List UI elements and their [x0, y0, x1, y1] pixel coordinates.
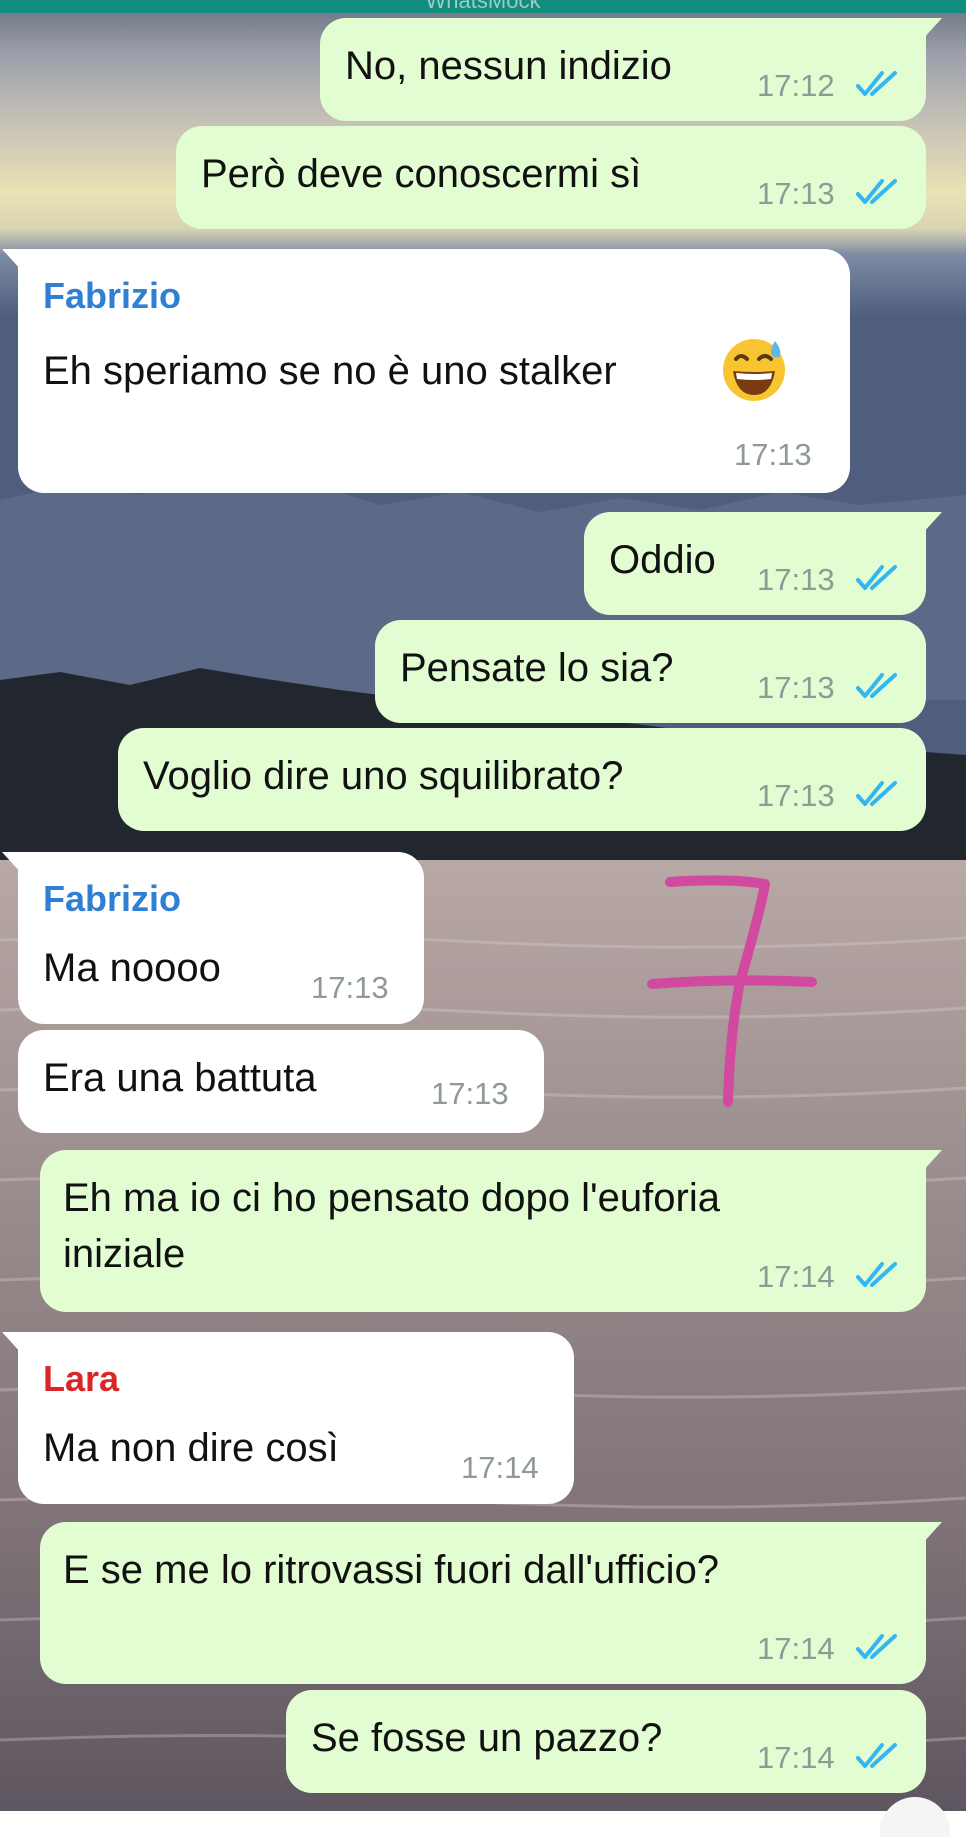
message-time: 17:13 [757, 670, 835, 705]
message-time: 17:13 [757, 778, 835, 813]
sender-name: Lara [43, 1358, 120, 1399]
message-bubble-outgoing[interactable]: Però deve conoscermi sì 17:13 [176, 126, 926, 229]
message-time: 17:13 [734, 437, 812, 472]
message-text: Ma non dire così [43, 1426, 339, 1470]
message-text: Era una battuta [43, 1056, 317, 1100]
message-bubble-outgoing[interactable]: No, nessun indizio 17:12 [320, 18, 942, 121]
message-text-line-1: Eh ma io ci ho pensato dopo l'euforia [63, 1176, 720, 1220]
double-check-icon [856, 565, 897, 590]
double-check-icon [856, 781, 897, 806]
app-header-bar: WhatsMock [0, 0, 966, 13]
message-text: Voglio dire uno squilibrato? [143, 754, 624, 798]
message-text: Pensate lo sia? [400, 646, 674, 690]
message-text: Se fosse un pazzo? [311, 1716, 663, 1760]
double-check-icon [856, 1634, 897, 1659]
double-check-icon [856, 1262, 897, 1287]
message-bubble-outgoing[interactable]: Oddio 17:13 [584, 512, 942, 615]
message-bubble-outgoing[interactable]: E se me lo ritrovassi fuori dall'ufficio… [40, 1522, 942, 1684]
message-bubble-outgoing[interactable]: Voglio dire uno squilibrato? 17:13 [118, 728, 926, 831]
double-check-icon [856, 1743, 897, 1768]
sender-name: Fabrizio [43, 275, 182, 316]
grinning-face-with-sweat-icon [723, 339, 785, 401]
message-bubble-incoming[interactable]: Fabrizio Ma noooo 17:13 [2, 852, 424, 1024]
message-text: E se me lo ritrovassi fuori dall'ufficio… [63, 1548, 720, 1592]
message-text: Eh speriamo se no è uno stalker [43, 349, 617, 393]
message-time: 17:13 [431, 1076, 509, 1111]
message-time: 17:13 [757, 562, 835, 597]
message-time: 17:14 [757, 1259, 835, 1294]
double-check-icon [856, 179, 897, 204]
message-bubble-incoming[interactable]: Era una battuta 17:13 [18, 1030, 544, 1133]
handwritten-number-seven: 7 [647, 875, 817, 1107]
double-check-icon [856, 673, 897, 698]
app-title: WhatsMock [425, 0, 541, 13]
message-bubble-outgoing[interactable]: Eh ma io ci ho pensato dopo l'euforia in… [40, 1150, 942, 1312]
message-bubble-incoming[interactable]: Lara Ma non dire così 17:14 [2, 1332, 574, 1504]
message-time: 17:14 [757, 1631, 835, 1666]
message-time: 17:13 [757, 176, 835, 211]
message-text: Ma noooo [43, 946, 221, 990]
message-bubble-outgoing[interactable]: Pensate lo sia? 17:13 [375, 620, 926, 723]
message-time: 17:13 [311, 970, 389, 1005]
message-time: 17:14 [461, 1450, 539, 1485]
message-bubble-outgoing[interactable]: Se fosse un pazzo? 17:14 [286, 1690, 926, 1793]
message-text: Però deve conoscermi sì [201, 152, 642, 196]
double-check-icon [856, 71, 897, 96]
message-text: Oddio [609, 538, 716, 582]
message-time: 17:12 [757, 68, 835, 103]
message-text-line-2: iniziale [63, 1232, 186, 1276]
message-bubble-incoming[interactable]: Fabrizio Eh speriamo se no è uno stalker… [2, 249, 850, 493]
sender-name: Fabrizio [43, 878, 182, 919]
message-time: 17:14 [757, 1740, 835, 1775]
message-text: No, nessun indizio [345, 44, 672, 88]
